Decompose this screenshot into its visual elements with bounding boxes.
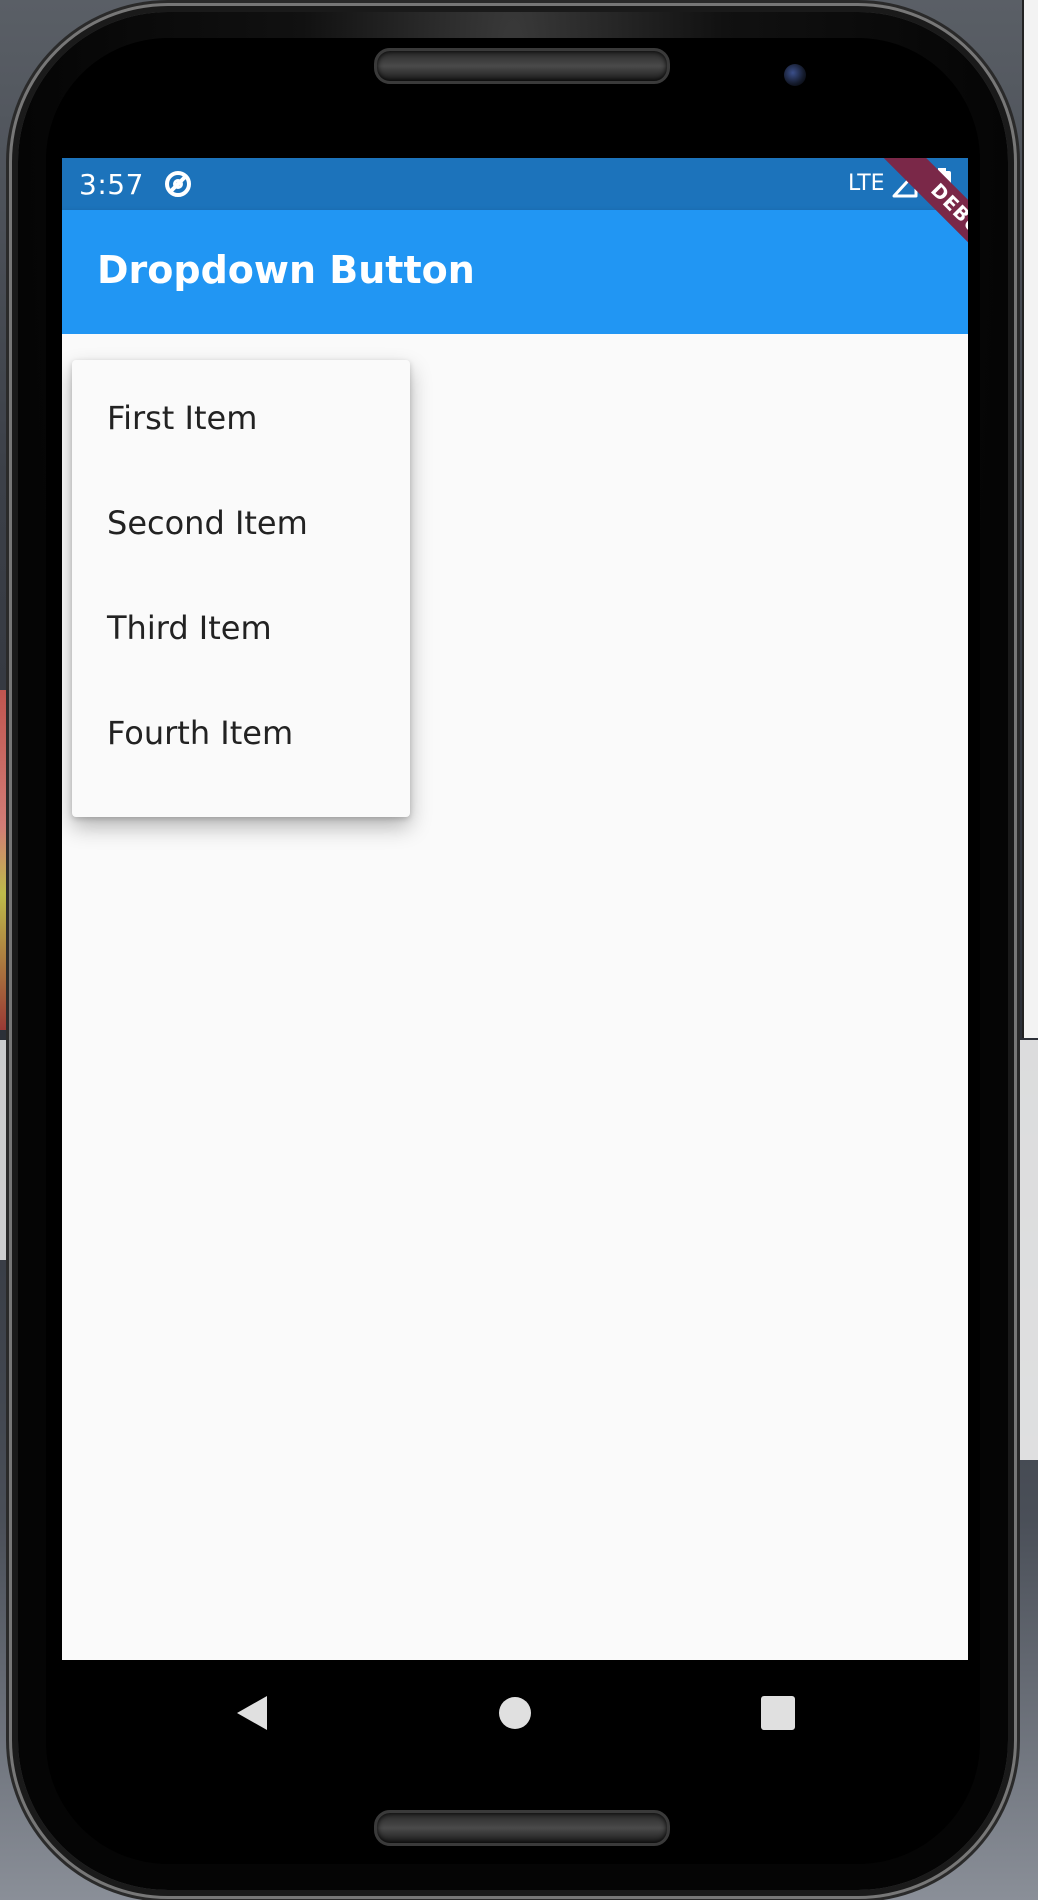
app-notification-icon [165,171,191,197]
page-title: Dropdown Button [97,248,475,292]
status-bar: 3:57 LTE [62,158,968,210]
menu-item-first[interactable]: First Item [72,368,410,473]
front-camera [784,64,806,86]
menu-item-third[interactable]: Third Item [72,578,410,683]
status-time: 3:57 [79,168,144,201]
menu-item-label: First Item [107,399,258,437]
top-speaker [374,48,670,84]
menu-item-label: Second Item [107,504,308,542]
menu-item-label: Fourth Item [107,714,294,752]
desktop-wallpaper-left-lower [0,1040,20,1260]
menu-item-fourth[interactable]: Fourth Item [72,683,410,788]
menu-item-second[interactable]: Second Item [72,473,410,578]
home-icon[interactable] [492,1690,538,1736]
dropdown-menu: First Item Second Item Third Item Fourth… [72,360,410,817]
menu-item-label: Third Item [107,609,272,647]
device-screen: 3:57 LTE Dropdown Button DEBUG First Ite… [62,158,968,1660]
recents-icon[interactable] [755,1690,801,1736]
navigation-bar [62,1660,968,1766]
back-icon[interactable] [229,1690,275,1736]
desktop-window-edge [1022,0,1038,1038]
bottom-speaker [374,1810,670,1846]
network-type: LTE [848,171,885,196]
app-bar: Dropdown Button [62,210,968,334]
